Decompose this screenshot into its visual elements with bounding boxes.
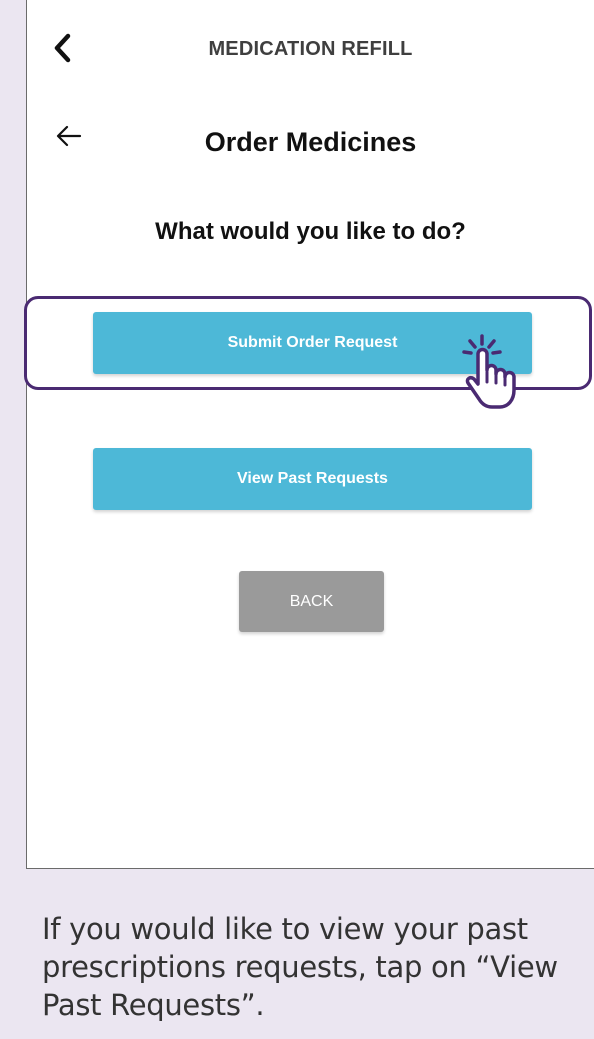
instruction-caption: If you would like to view your past pres…	[42, 912, 558, 1022]
phone-screen: MEDICATION REFILL Order Medicines What w…	[26, 0, 594, 869]
back-button[interactable]: BACK	[239, 571, 384, 632]
view-past-requests-button[interactable]: View Past Requests	[93, 448, 532, 510]
header-title: MEDICATION REFILL	[208, 38, 413, 60]
submit-order-request-button[interactable]: Submit Order Request	[93, 312, 532, 374]
question-text: What would you like to do?	[155, 218, 466, 245]
page-title: Order Medicines	[204, 127, 417, 157]
